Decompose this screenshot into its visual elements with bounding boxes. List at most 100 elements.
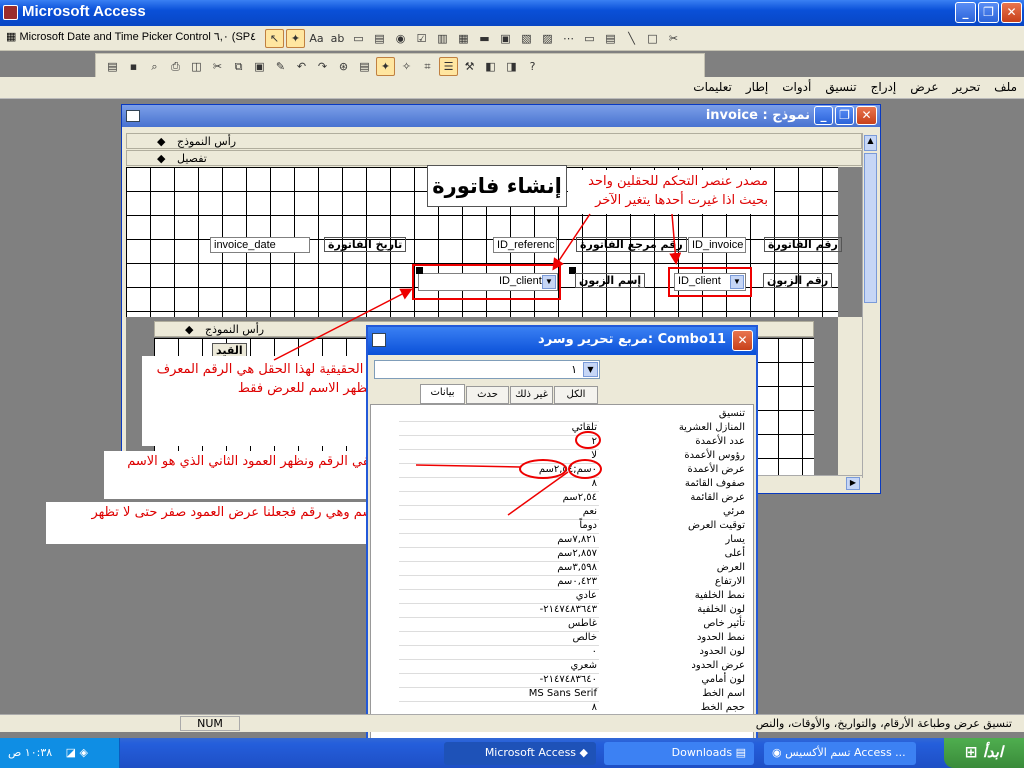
minimize-button[interactable]: _: [955, 2, 976, 23]
property-value[interactable]: -٢١٤٧٤٨٣٦٤٠: [399, 674, 599, 688]
menu-view[interactable]: عرض: [903, 77, 945, 97]
menu-tools[interactable]: أدوات: [775, 77, 818, 97]
print-icon[interactable]: ⎙: [166, 57, 185, 76]
selection-handle[interactable]: [416, 267, 423, 274]
client-id-combo[interactable]: ID_client ▼: [674, 273, 746, 291]
property-row[interactable]: تلقائي المنازل العشرية: [371, 422, 753, 436]
toggle-button-icon[interactable]: ▤: [370, 29, 389, 48]
property-value[interactable]: ٣,٥٩٨سم: [399, 562, 599, 576]
property-row[interactable]: ٠,٤٢٣سم الارتفاع: [371, 576, 753, 590]
property-row[interactable]: تنسيق: [371, 408, 753, 422]
rectangle-tool-icon[interactable]: □: [643, 29, 662, 48]
client-no-label[interactable]: رقم الزبون: [763, 273, 833, 288]
property-value[interactable]: ٢,٨٥٧سم: [399, 548, 599, 562]
property-value[interactable]: تلقائي: [399, 422, 599, 436]
chevron-down-icon[interactable]: ▼: [583, 362, 598, 377]
network-icon[interactable]: ◪: [66, 746, 76, 759]
format-painter-icon[interactable]: ✎: [271, 57, 290, 76]
line-tool-icon[interactable]: ╲: [622, 29, 641, 48]
tab-data[interactable]: بيانات: [420, 384, 465, 404]
properties-icon[interactable]: ☰: [439, 57, 458, 76]
property-row[interactable]: نعم مرئي: [371, 506, 753, 520]
form-restore-button[interactable]: ❐: [835, 106, 854, 125]
client-name-label[interactable]: إسم الزبون: [575, 273, 646, 288]
detail-band[interactable]: ◆ تفصيل: [126, 150, 862, 166]
property-row[interactable]: ٧,٨٢١سم يسار: [371, 534, 753, 548]
toolbox-toggle-icon[interactable]: ✦: [376, 57, 395, 76]
undo-icon[interactable]: ↶: [292, 57, 311, 76]
tab-event[interactable]: حدث: [466, 386, 509, 404]
checkbox-tool-icon[interactable]: ☑: [412, 29, 431, 48]
scroll-right-icon[interactable]: ▶: [846, 477, 860, 490]
code-icon[interactable]: ⌗: [418, 57, 437, 76]
property-row[interactable]: عادي نمط الخلفية: [371, 590, 753, 604]
property-value[interactable]: خالص: [399, 632, 599, 646]
menu-window[interactable]: إطار: [739, 77, 775, 97]
property-row[interactable]: ٢,٨٥٧سم أعلى: [371, 548, 753, 562]
restore-button[interactable]: ❐: [978, 2, 999, 23]
copy-icon[interactable]: ⧉: [229, 57, 248, 76]
form-heading[interactable]: إنشاء فاتورة: [427, 165, 567, 207]
save-icon[interactable]: ▪: [124, 57, 143, 76]
property-sheet-close-button[interactable]: ✕: [732, 330, 753, 351]
database-window-icon[interactable]: ◧: [481, 57, 500, 76]
field-list-icon[interactable]: ▤: [355, 57, 374, 76]
menu-edit[interactable]: تحرير: [946, 77, 988, 97]
property-value[interactable]: ٢: [399, 436, 599, 450]
tab-other[interactable]: غير ذلك: [510, 386, 553, 404]
textbox-tool-icon[interactable]: ab: [328, 29, 347, 48]
subform-icon[interactable]: ▤: [601, 29, 620, 48]
option-group-icon[interactable]: ▭: [349, 29, 368, 48]
unbound-object-icon[interactable]: ▧: [517, 29, 536, 48]
property-row[interactable]: ٣,٥٩٨سم العرض: [371, 562, 753, 576]
invoice-field[interactable]: ID_invoice: [688, 237, 746, 253]
menu-insert[interactable]: إدراج: [864, 77, 904, 97]
help-icon[interactable]: ?: [523, 57, 542, 76]
language-icon[interactable]: ◈: [80, 746, 88, 759]
menu-file[interactable]: ملف: [987, 77, 1024, 97]
property-value[interactable]: لا: [399, 450, 599, 464]
menu-help[interactable]: تعليمات: [686, 77, 739, 97]
vertical-scrollbar[interactable]: ▲: [862, 133, 878, 478]
start-button[interactable]: ⊞ ابدأ: [944, 738, 1024, 768]
chevron-down-icon[interactable]: ▼: [542, 275, 556, 289]
taskbar-browser[interactable]: ◉ تسم الأكسيس Access ...: [764, 742, 916, 765]
print-preview-icon[interactable]: ◫: [187, 57, 206, 76]
property-value[interactable]: MS Sans Serif: [399, 688, 599, 702]
property-value[interactable]: ٨: [399, 478, 599, 492]
control-selector[interactable]: ١ ▼: [374, 360, 600, 379]
property-row[interactable]: غاطس تأثير خاص: [371, 618, 753, 632]
property-value[interactable]: ٢,٥٤سم: [399, 492, 599, 506]
bound-object-icon[interactable]: ▨: [538, 29, 557, 48]
form-header-band[interactable]: ◆ رأس النموذج: [126, 133, 862, 149]
property-row[interactable]: -٢١٤٧٤٨٣٦٤٣ لون الخلفية: [371, 604, 753, 618]
property-value[interactable]: نعم: [399, 506, 599, 520]
invoice-date-field[interactable]: invoice_date: [210, 237, 310, 253]
search-icon[interactable]: ⌕: [145, 57, 164, 76]
autoformat-icon[interactable]: ✧: [397, 57, 416, 76]
new-object-icon[interactable]: ◨: [502, 57, 521, 76]
property-value[interactable]: ٧,٨٢١سم: [399, 534, 599, 548]
hyperlink-icon[interactable]: ⊛: [334, 57, 353, 76]
invoice-no-label[interactable]: رقم الفاتورة: [764, 237, 842, 252]
page-break-icon[interactable]: ⋯: [559, 29, 578, 48]
property-value[interactable]: غاطس: [399, 618, 599, 632]
property-value[interactable]: ٠: [399, 646, 599, 660]
property-row[interactable]: ٢,٥٤سم عرض القائمة: [371, 492, 753, 506]
property-row[interactable]: MS Sans Serif اسم الخط: [371, 688, 753, 702]
active-control-label[interactable]: ▦ Microsoft Date and Time Picker Control…: [6, 30, 256, 43]
combo-box-tool-icon[interactable]: ▥: [433, 29, 452, 48]
taskbar-access[interactable]: Microsoft Access ◆: [444, 742, 596, 765]
scroll-up-icon[interactable]: ▲: [864, 135, 877, 151]
property-row[interactable]: شعري عرض الحدود: [371, 660, 753, 674]
menu-format[interactable]: تنسيق: [818, 77, 863, 97]
cut-icon[interactable]: ✂: [208, 57, 227, 76]
list-box-tool-icon[interactable]: ▦: [454, 29, 473, 48]
chevron-down-icon[interactable]: ▼: [730, 275, 744, 289]
scroll-thumb[interactable]: [864, 153, 877, 303]
select-pointer-icon[interactable]: ↖: [265, 29, 284, 48]
option-button-icon[interactable]: ◉: [391, 29, 410, 48]
label-tool-icon[interactable]: Aa: [307, 29, 326, 48]
paste-icon[interactable]: ▣: [250, 57, 269, 76]
property-value[interactable]: ٠,٤٢٣سم: [399, 576, 599, 590]
